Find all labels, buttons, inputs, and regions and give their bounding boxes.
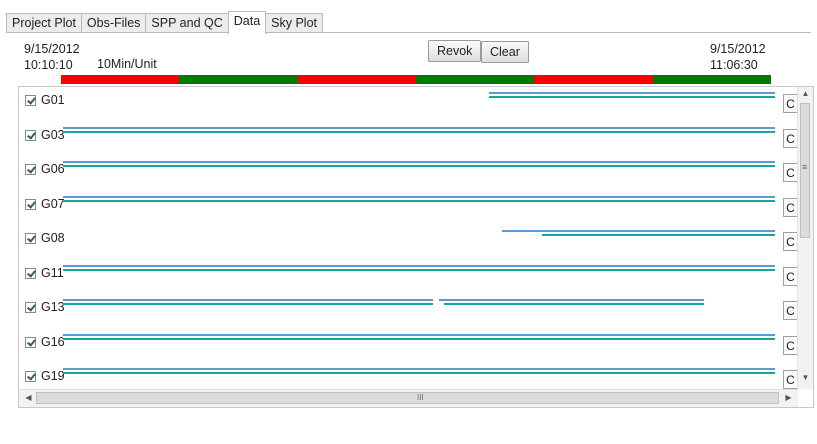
start-time: 10:10:10	[24, 58, 73, 72]
observation-track-teal	[489, 96, 775, 98]
tab-project-plot[interactable]: Project Plot	[6, 13, 82, 33]
end-time: 11:06:30	[710, 58, 758, 72]
observation-track-teal	[63, 268, 775, 271]
satellite-label: G01	[41, 93, 65, 107]
scroll-down-icon[interactable]: ▼	[798, 373, 813, 382]
satellite-checkbox[interactable]	[25, 371, 36, 382]
vertical-scroll-thumb[interactable]: ≡	[800, 103, 810, 238]
satellite-row-g08: G08 C	[19, 226, 798, 256]
observation-track-blue	[489, 92, 775, 94]
observation-track-teal	[63, 199, 775, 202]
satellite-row-g07: G07 C	[19, 192, 798, 222]
observation-track-blue	[63, 195, 775, 198]
end-date: 9/15/2012	[710, 42, 766, 56]
satellite-checkbox[interactable]	[25, 336, 36, 348]
time-unit-segment-red	[297, 75, 416, 84]
satellite-c-button[interactable]: C	[783, 370, 798, 389]
horizontal-scroll-thumb[interactable]: III	[36, 392, 779, 404]
tab-spp-and-qc[interactable]: SPP and QC	[145, 13, 229, 33]
satellite-c-button[interactable]: C	[783, 197, 798, 217]
observation-track-blue	[63, 333, 775, 336]
satellite-c-button[interactable]: C	[783, 335, 798, 355]
scroll-right-icon[interactable]: ▶	[781, 393, 796, 402]
satellite-row-g13: G13 C	[19, 295, 798, 325]
tab-sky-plot[interactable]: Sky Plot	[265, 13, 324, 33]
satellite-label: G07	[41, 196, 65, 211]
satellite-c-button[interactable]: C	[783, 94, 798, 113]
observation-track-blue	[63, 126, 775, 129]
satellite-label: G19	[41, 369, 65, 383]
clear-button[interactable]: Clear	[481, 41, 529, 63]
time-unit-segment-red	[534, 75, 653, 84]
observation-track-teal	[63, 337, 775, 340]
observation-track-blue	[63, 161, 775, 163]
satellite-c-button[interactable]: C	[783, 232, 798, 251]
satellite-checkbox[interactable]	[25, 233, 36, 244]
satellite-c-button[interactable]: C	[783, 128, 798, 148]
satellite-label: G06	[41, 162, 65, 176]
tab-data[interactable]: Data	[227, 11, 267, 34]
satellite-checkbox[interactable]	[25, 267, 36, 279]
observation-track-teal	[443, 303, 704, 305]
observation-track-teal	[63, 165, 775, 167]
satellite-checkbox[interactable]	[25, 164, 36, 175]
observation-track-teal	[542, 234, 775, 236]
satellite-label: G13	[41, 300, 65, 314]
time-unit-segment-green	[415, 75, 535, 84]
time-unit-segment-green	[652, 75, 771, 84]
satellite-label: G11	[41, 265, 64, 280]
satellite-label: G03	[41, 127, 65, 142]
satellite-c-button[interactable]: C	[783, 266, 798, 286]
observation-track-blue	[63, 368, 775, 370]
satellite-data-chart: G01 C G03 C G06 C G07 C G08 C G11 C G13 C G16 C G19 C ▲ ≡…	[18, 86, 814, 408]
time-unit-segment-green	[179, 75, 298, 84]
scroll-up-icon[interactable]: ▲	[798, 89, 813, 98]
observation-track-blue	[63, 264, 775, 267]
satellite-row-g06: G06 C	[19, 157, 798, 187]
observation-track-teal	[63, 303, 434, 305]
satellite-label: G08	[41, 231, 65, 245]
vertical-scrollbar[interactable]: ▲ ≡ ▼	[797, 87, 813, 389]
revok-button[interactable]: Revok	[428, 40, 482, 62]
vertical-grip-icon: ≡	[802, 162, 808, 172]
start-timestamp: 9/15/2012 10:10:10	[24, 41, 80, 73]
observation-track-blue	[502, 230, 775, 232]
observation-track-teal	[63, 130, 775, 133]
time-unit-label: 10Min/Unit	[97, 57, 157, 71]
end-timestamp: 9/15/2012 11:06:30	[710, 41, 766, 73]
observation-track-blue	[438, 299, 704, 301]
satellite-row-g11: G11 C	[19, 261, 798, 291]
horizontal-grip-icon: III	[417, 393, 424, 402]
satellite-checkbox[interactable]	[25, 95, 36, 106]
satellite-c-button[interactable]: C	[783, 301, 798, 320]
observation-track-teal	[63, 372, 775, 374]
satellite-row-g03: G03 C	[19, 123, 798, 153]
data-panel: 9/15/2012 10:10:10 10Min/Unit Revok Clea…	[13, 33, 814, 417]
satellite-c-button[interactable]: C	[783, 163, 798, 182]
satellite-row-g01: G01 C	[19, 88, 798, 118]
satellite-checkbox[interactable]	[25, 129, 36, 141]
start-date: 9/15/2012	[24, 42, 80, 56]
time-unit-segment-red	[61, 75, 180, 84]
scroll-left-icon[interactable]: ◀	[21, 393, 36, 402]
horizontal-scrollbar[interactable]: ◀ III ▶	[19, 389, 798, 407]
satellite-label: G16	[41, 334, 65, 349]
satellite-row-g16: G16 C	[19, 330, 798, 360]
time-unit-bar	[61, 75, 771, 84]
tab-obs-files[interactable]: Obs-Files	[80, 13, 147, 33]
satellite-checkbox[interactable]	[25, 302, 36, 313]
observation-track-blue	[63, 299, 434, 301]
tab-bar: Project Plot Obs-Files SPP and QC Data Sky P…	[6, 11, 324, 34]
satellite-checkbox[interactable]	[25, 198, 36, 210]
